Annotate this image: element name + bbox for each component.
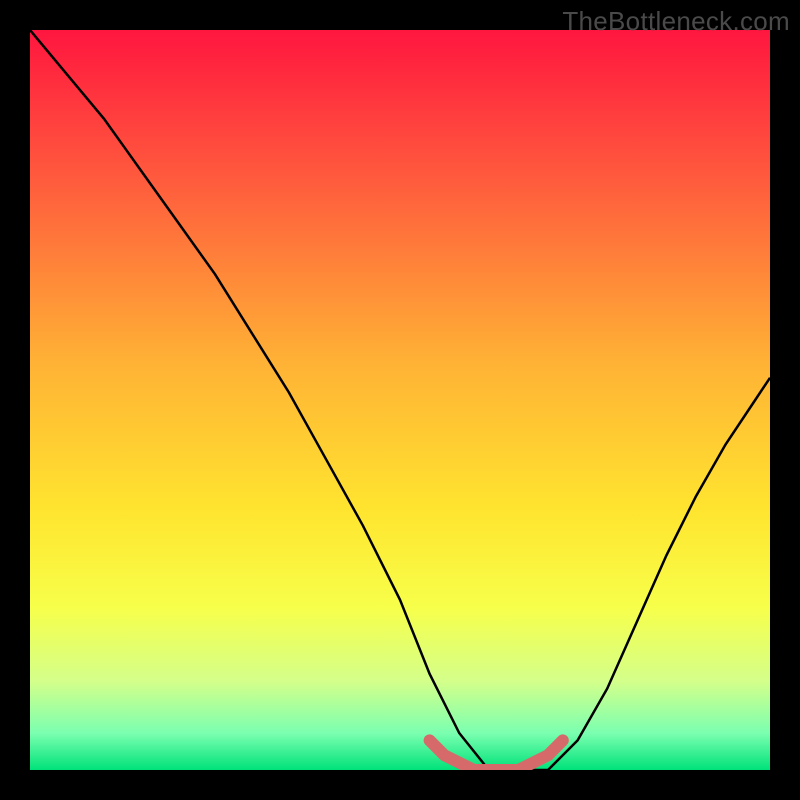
- plot-background: [30, 30, 770, 770]
- watermark: TheBottleneck.com: [562, 6, 790, 37]
- bottleneck-chart: [0, 0, 800, 800]
